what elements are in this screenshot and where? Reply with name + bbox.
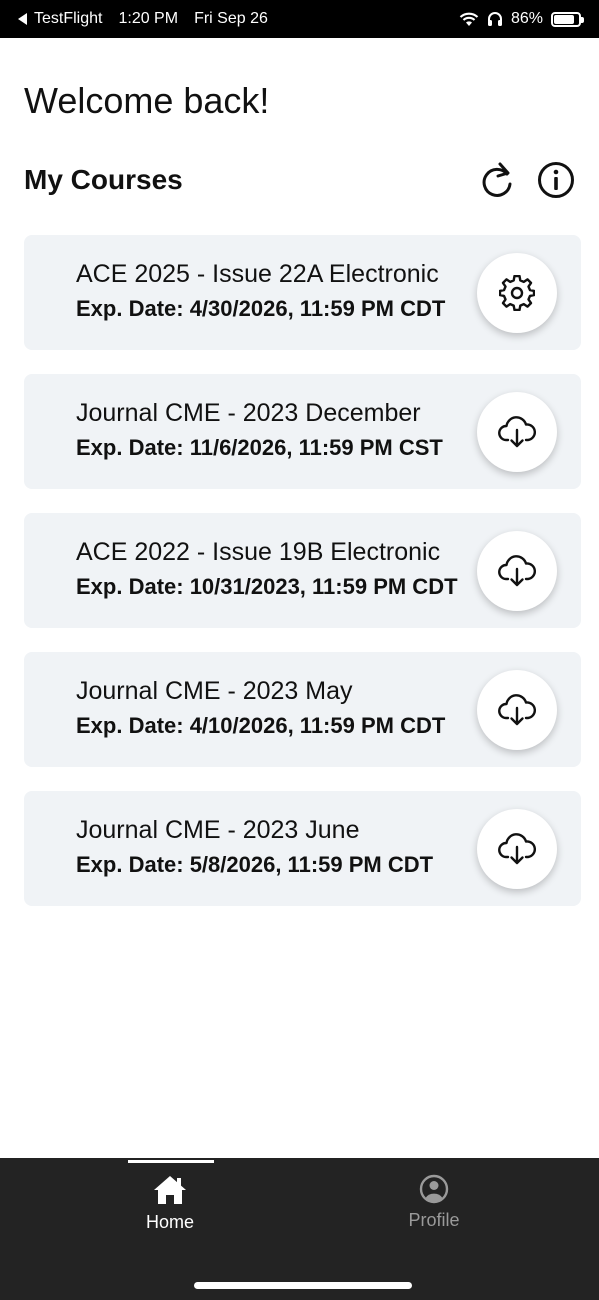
refresh-icon[interactable] [479,160,515,200]
wifi-icon [459,12,479,26]
course-exp-date: Exp. Date: 4/30/2026, 11:59 PM CDT [76,296,446,321]
cloud-download-icon [498,554,537,586]
section-title: My Courses [24,164,183,195]
course-card[interactable]: Journal CME - 2023 June Exp. Date: 5/8/2… [24,791,581,906]
course-card[interactable]: Journal CME - 2023 May Exp. Date: 4/10/2… [24,652,581,767]
course-card[interactable]: ACE 2022 - Issue 19B Electronic Exp. Dat… [24,513,581,628]
header-actions [479,160,575,200]
battery-icon [551,11,584,27]
course-list: ACE 2025 - Issue 22A Electronic Exp. Dat… [24,235,581,930]
course-exp-date: Exp. Date: 10/31/2023, 11:59 PM CDT [76,574,458,599]
back-app-label: TestFlight [34,10,103,27]
home-icon [154,1176,186,1204]
course-card[interactable]: ACE 2025 - Issue 22A Electronic Exp. Dat… [24,235,581,350]
tab-bar: Home Profile [0,1158,599,1300]
cloud-download-icon [498,693,537,725]
status-bar: TestFlight 1:20 PM Fri Sep 26 86% [0,0,599,38]
tab-profile[interactable]: Profile [364,1174,504,1231]
course-title: ACE 2022 - Issue 19B Electronic [76,538,441,566]
status-left[interactable]: TestFlight 1:20 PM Fri Sep 26 [18,10,268,28]
course-exp-date: Exp. Date: 5/8/2026, 11:59 PM CDT [76,852,434,877]
course-title: ACE 2025 - Issue 22A Electronic [76,260,439,288]
status-date: Fri Sep 26 [194,10,268,27]
course-download-button[interactable] [477,669,557,750]
course-title: Journal CME - 2023 May [76,677,353,705]
back-arrow-icon [18,13,27,25]
info-icon[interactable] [537,161,575,199]
course-exp-date: Exp. Date: 4/10/2026, 11:59 PM CDT [76,713,446,738]
tab-home[interactable]: Home [100,1174,240,1233]
headphones-icon [487,12,502,26]
course-card[interactable]: Journal CME - 2023 December Exp. Date: 1… [24,374,581,489]
tab-profile-label: Profile [408,1210,460,1230]
battery-percent: 86% [510,10,543,27]
course-download-button[interactable] [477,391,557,472]
section-header: My Courses [24,150,575,210]
status-right: 86% [459,10,584,28]
status-time: 1:20 PM [118,10,179,27]
cloud-download-icon [498,415,537,447]
course-settings-button[interactable] [477,252,557,333]
cloud-download-icon [498,832,537,864]
home-indicator [194,1282,412,1289]
course-exp-date: Exp. Date: 11/6/2026, 11:59 PM CST [76,435,443,460]
course-download-button[interactable] [477,530,557,611]
course-download-button[interactable] [477,808,557,889]
welcome-heading: Welcome back! [24,80,270,121]
gear-icon [499,274,535,311]
active-tab-indicator [128,1160,214,1163]
profile-icon [419,1174,449,1204]
tab-home-label: Home [145,1212,194,1232]
course-title: Journal CME - 2023 December [76,399,421,427]
course-title: Journal CME - 2023 June [76,816,360,844]
